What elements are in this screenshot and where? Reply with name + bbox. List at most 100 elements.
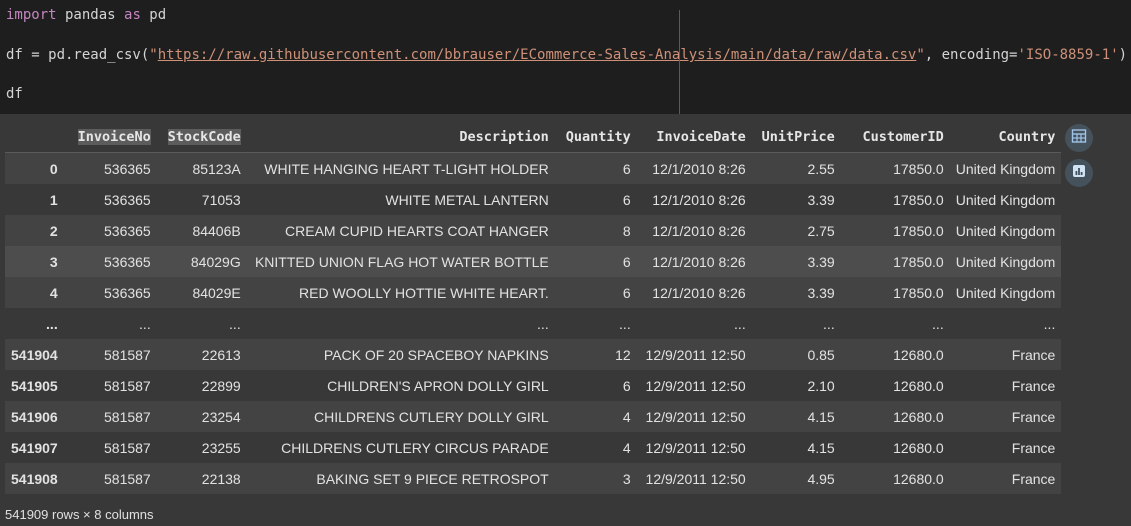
row-index: ...: [5, 308, 64, 339]
table-cell: 84029G: [156, 246, 247, 277]
table-view-button[interactable]: [1065, 124, 1093, 152]
table-cell: WHITE HANGING HEART T-LIGHT HOLDER: [246, 152, 555, 184]
table-row: 541905 581587 22899 CHILDREN'S APRON DOLLY …: [5, 370, 1062, 401]
table-cell: 0.85: [751, 339, 841, 370]
column-header: Description: [246, 122, 555, 153]
table-cell: 22613: [156, 339, 247, 370]
table-cell: RED WOOLLY HOTTIE WHITE HEART.: [246, 277, 555, 308]
table-cell: 536365: [63, 277, 157, 308]
table-cell: 536365: [63, 215, 157, 246]
table-cell: 536365: [63, 152, 157, 184]
table-cell: BAKING SET 9 PIECE RETROSPOT: [246, 463, 555, 494]
row-index: 4: [5, 277, 64, 308]
table-cell: 2.75: [751, 215, 841, 246]
table-cell: 6: [554, 152, 637, 184]
table-row: 2 536365 84406B CREAM CUPID HEARTS COAT HAN…: [5, 215, 1062, 246]
table-cell: 6: [554, 277, 637, 308]
table-cell: 6: [554, 246, 637, 277]
table-cell: 12/9/2011 12:50: [636, 463, 752, 494]
table-cell: 12680.0: [840, 339, 950, 370]
chart-suggest-button[interactable]: [1065, 159, 1093, 187]
row-index: 3: [5, 246, 64, 277]
table-cell: 12/1/2010 8:26: [636, 152, 752, 184]
table-cell: 12/9/2011 12:50: [636, 370, 752, 401]
table-cell: ...: [751, 308, 841, 339]
table-cell: ...: [949, 308, 1062, 339]
code-line-3: df: [6, 86, 23, 102]
column-header-label: CustomerID: [862, 129, 944, 145]
row-index: 541906: [5, 401, 64, 432]
column-header: Quantity: [554, 122, 637, 153]
table-icon: [1071, 128, 1087, 149]
table-cell: France: [949, 432, 1062, 463]
table-cell: 4.95: [751, 463, 841, 494]
row-index: 1: [5, 184, 64, 215]
table-cell: 6: [554, 184, 637, 215]
row-index: 541907: [5, 432, 64, 463]
column-header-label: StockCode: [167, 129, 241, 145]
table-cell: PACK OF 20 SPACEBOY NAPKINS: [246, 339, 555, 370]
column-header-label: InvoiceDate: [656, 129, 746, 145]
table-cell: 581587: [63, 432, 157, 463]
table-cell: 536365: [63, 246, 157, 277]
table-cell: 12: [554, 339, 637, 370]
table-cell: 12/9/2011 12:50: [636, 401, 752, 432]
table-cell: France: [949, 463, 1062, 494]
dataframe-table: InvoiceNo StockCode Description Quantity Inv…: [5, 122, 1062, 494]
table-cell: ...: [63, 308, 157, 339]
table-cell: KNITTED UNION FLAG HOT WATER BOTTLE: [246, 246, 555, 277]
table-cell: CHILDREN'S APRON DOLLY GIRL: [246, 370, 555, 401]
table-cell: United Kingdom: [949, 246, 1062, 277]
output-area: InvoiceNo StockCode Description Quantity Inv…: [0, 114, 1131, 526]
table-cell: 12680.0: [840, 401, 950, 432]
table-cell: 23254: [156, 401, 247, 432]
table-cell: CHILDRENS CUTLERY CIRCUS PARADE: [246, 432, 555, 463]
table-cell: CREAM CUPID HEARTS COAT HANGER: [246, 215, 555, 246]
index-header: [5, 122, 64, 153]
table-row: ...........................: [5, 308, 1062, 339]
table-cell: ...: [554, 308, 637, 339]
table-cell: CHILDRENS CUTLERY DOLLY GIRL: [246, 401, 555, 432]
table-cell: 3.39: [751, 246, 841, 277]
column-header-label: UnitPrice: [761, 129, 835, 145]
table-cell: 2.10: [751, 370, 841, 401]
table-row: 4 536365 84029E RED WOOLLY HOTTIE WHITE HEA…: [5, 277, 1062, 308]
table-cell: 12680.0: [840, 432, 950, 463]
table-cell: United Kingdom: [949, 215, 1062, 246]
table-cell: France: [949, 401, 1062, 432]
table-cell: ...: [840, 308, 950, 339]
table-cell: 581587: [63, 339, 157, 370]
table-row: 541908 581587 22138 BAKING SET 9 PIECE RETR…: [5, 463, 1062, 494]
table-row: 0 536365 85123A WHITE HANGING HEART T-LIGHT…: [5, 152, 1062, 184]
table-cell: 6: [554, 370, 637, 401]
table-cell: 4: [554, 401, 637, 432]
table-cell: 17850.0: [840, 184, 950, 215]
table-cell: ...: [246, 308, 555, 339]
row-index: 0: [5, 152, 64, 184]
table-cell: United Kingdom: [949, 184, 1062, 215]
table-cell: 12680.0: [840, 370, 950, 401]
code-line-2: df = pd.read_csv("https://raw.githubuser…: [6, 47, 1128, 63]
row-index: 541905: [5, 370, 64, 401]
table-cell: 12/9/2011 12:50: [636, 339, 752, 370]
csv-url-link[interactable]: https://raw.githubusercontent.com/bbraus…: [158, 47, 917, 63]
row-count-footer: 541909 rows × 8 columns: [5, 507, 154, 522]
column-header-label: Country: [998, 129, 1056, 145]
table-cell: 84029E: [156, 277, 247, 308]
table-cell: United Kingdom: [949, 277, 1062, 308]
table-cell: 2.55: [751, 152, 841, 184]
table-cell: 71053: [156, 184, 247, 215]
table-cell: 17850.0: [840, 152, 950, 184]
row-index: 2: [5, 215, 64, 246]
table-cell: 581587: [63, 401, 157, 432]
table-cell: WHITE METAL LANTERN: [246, 184, 555, 215]
column-header-label: Quantity: [565, 129, 631, 145]
code-cell[interactable]: import pandas as pd df = pd.read_csv("ht…: [0, 0, 1131, 114]
row-index: 541904: [5, 339, 64, 370]
table-row: 541904 581587 22613 PACK OF 20 SPACEBOY NAP…: [5, 339, 1062, 370]
column-header: Country: [949, 122, 1062, 153]
table-cell: 4.15: [751, 432, 841, 463]
table-row: 541906 581587 23254 CHILDRENS CUTLERY DOLLY…: [5, 401, 1062, 432]
table-row: 3 536365 84029G KNITTED UNION FLAG HOT WATE…: [5, 246, 1062, 277]
table-cell: 8: [554, 215, 637, 246]
